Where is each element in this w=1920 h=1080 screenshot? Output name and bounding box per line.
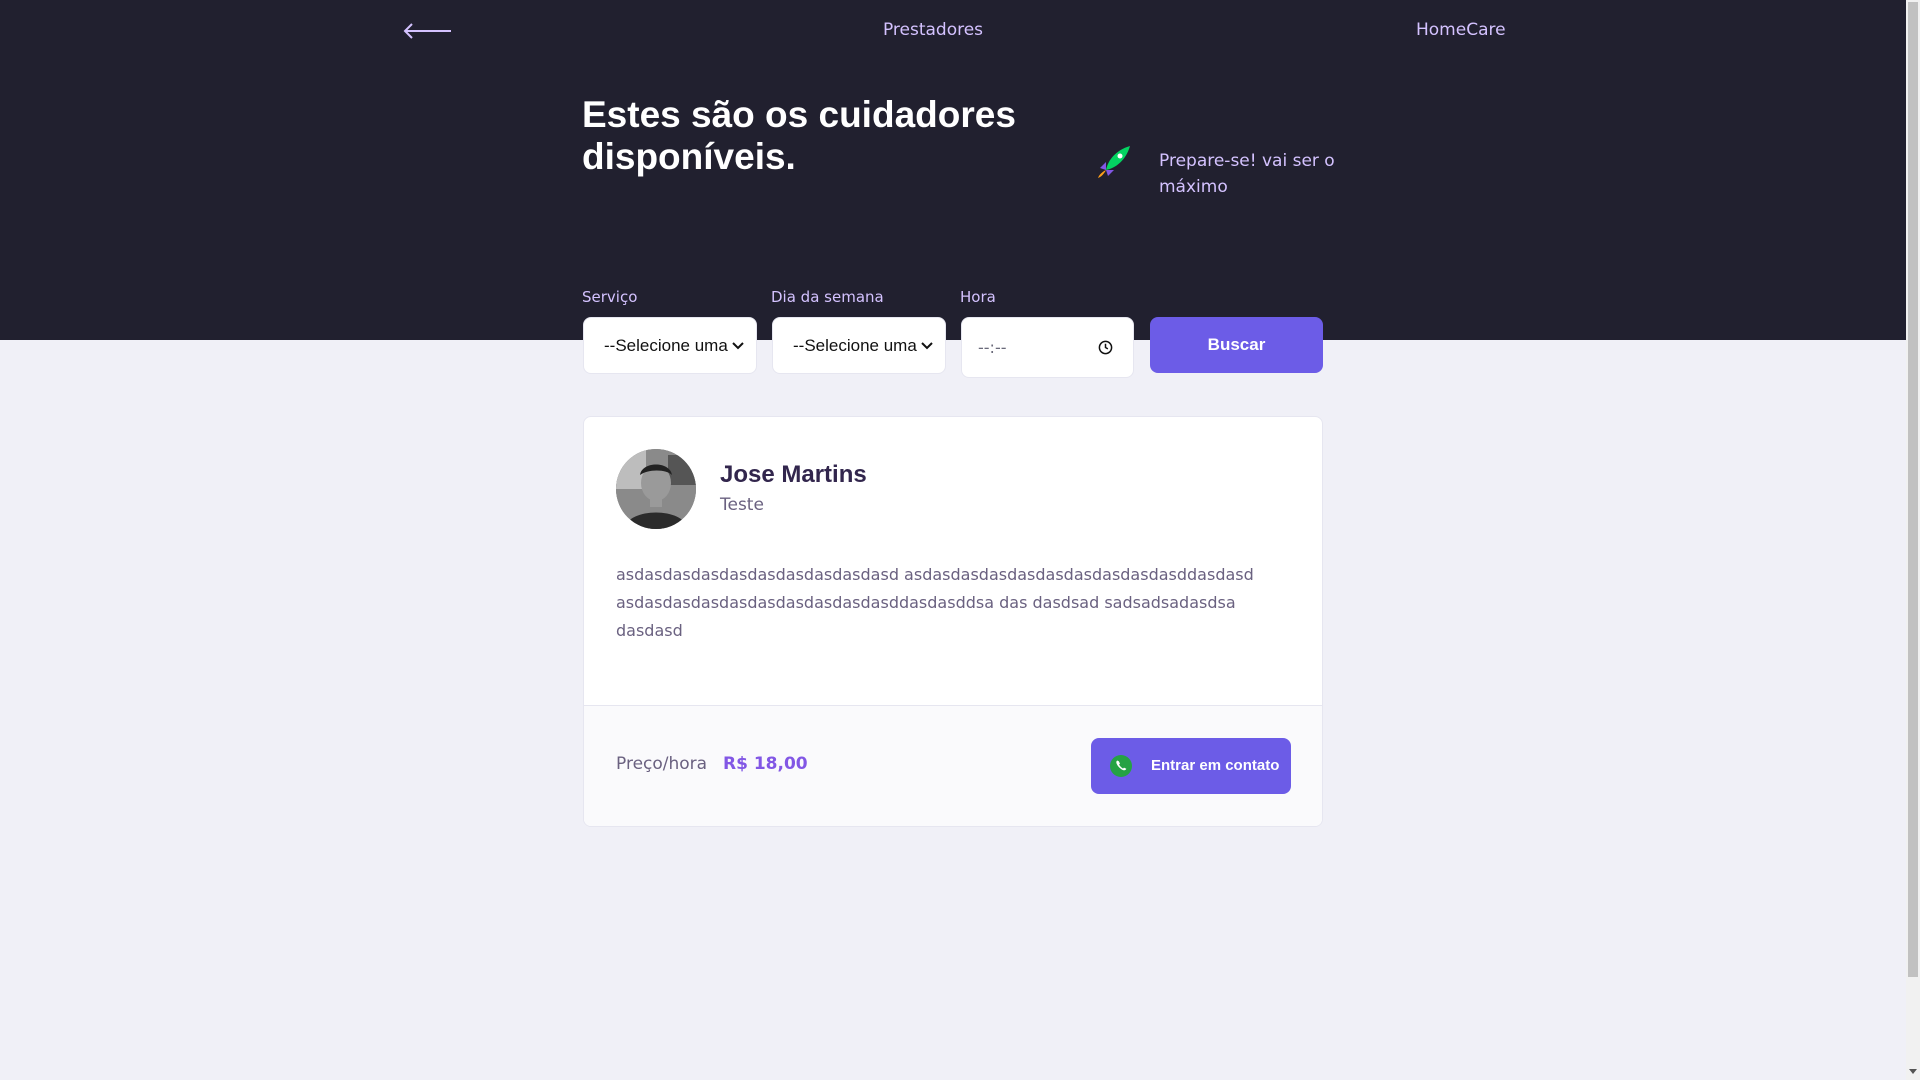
avatar-photo [616, 449, 696, 529]
whatsapp-icon [1110, 755, 1132, 777]
contact-button-label: Entrar em contato [1151, 757, 1280, 774]
provider-bio: asdasdasdasdasdasdasdasdasdasd asdasdasd… [616, 565, 1254, 640]
top-bar: Prestadores HomeCare [0, 0, 1906, 64]
time-input[interactable]: --:-- [961, 317, 1134, 378]
rocket-icon [1098, 146, 1130, 178]
page-title: Prestadores [882, 20, 984, 40]
page: Prestadores HomeCare Estes são os cuidad… [0, 0, 1920, 1080]
provider-subject: Teste [720, 495, 764, 515]
time-input-value: --:-- [978, 338, 1007, 357]
weekday-select[interactable]: --Selecione uma [772, 317, 946, 374]
avatar [616, 449, 696, 529]
scroll-down-arrow-icon[interactable] [1908, 1066, 1918, 1076]
time-label: Hora [960, 288, 996, 306]
scrollbar-thumb[interactable] [1908, 2, 1918, 977]
card-footer: Preço/hora R$ 18,00 Entrar em contato [584, 705, 1322, 826]
contact-button[interactable]: Entrar em contato [1091, 738, 1291, 794]
chevron-down-icon [921, 341, 933, 349]
service-label: Serviço [582, 288, 638, 306]
service-select-value: --Selecione uma [604, 335, 728, 355]
chevron-down-icon [732, 341, 744, 349]
search-button[interactable]: Buscar [1150, 317, 1323, 373]
provider-name: Jose Martins [720, 461, 867, 488]
clock-icon[interactable] [1098, 340, 1113, 355]
hero-tagline: Prepare-se! vai ser o máximo [1159, 151, 1335, 197]
provider-card: Jose Martins Teste asdasdasdasdasdasdasd… [583, 416, 1323, 827]
price-label: Preço/hora [616, 754, 708, 774]
service-select[interactable]: --Selecione uma [583, 317, 757, 374]
price-value: R$ 18,00 [723, 754, 808, 774]
weekday-label: Dia da semana [771, 288, 884, 306]
brand-name: HomeCare [1416, 20, 1506, 40]
hero-title: Estes são os cuidadores disponíveis. [582, 94, 1016, 177]
weekday-select-value: --Selecione uma [793, 335, 917, 355]
